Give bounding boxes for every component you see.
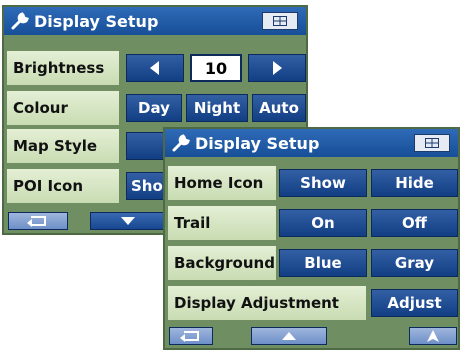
brightness-label: Brightness — [7, 51, 119, 85]
display-adjust-button[interactable]: Adjust — [371, 289, 458, 317]
home-icon-hide-button[interactable]: Hide — [371, 169, 458, 197]
scroll-down-button[interactable] — [90, 212, 166, 230]
wrench-icon — [171, 133, 191, 153]
display-adjustment-label: Display Adjustment — [168, 286, 366, 320]
brightness-decrease-button[interactable] — [126, 54, 184, 82]
brightness-increase-button[interactable] — [248, 54, 306, 82]
wrench-icon — [10, 11, 30, 31]
home-icon-show-button[interactable]: Show — [279, 169, 367, 197]
poi-icon-label: POI Icon — [7, 169, 119, 203]
display-setup-panel-front: Display Setup Home Icon Show Hide Trail … — [163, 127, 460, 350]
title-bar: Display Setup — [165, 129, 458, 159]
keyboard-button[interactable] — [262, 12, 298, 30]
background-gray-button[interactable]: Gray — [371, 249, 458, 277]
home-icon-label: Home Icon — [168, 166, 276, 200]
page-title: Display Setup — [195, 133, 320, 153]
chevron-down-icon — [121, 217, 135, 225]
display-adjustment-row: Display Adjustment Adjust — [165, 286, 458, 320]
colour-label: Colour — [7, 91, 119, 125]
navigation-arrow-icon — [427, 330, 439, 342]
back-button[interactable] — [169, 327, 213, 345]
trail-label: Trail — [168, 206, 276, 240]
back-arrow-icon — [180, 330, 202, 342]
navigation-button[interactable] — [409, 327, 457, 345]
poi-icon-show-button[interactable]: Sho — [126, 172, 166, 200]
colour-row: Colour Day Night Auto — [4, 91, 306, 125]
arrow-right-icon — [272, 61, 282, 75]
back-button[interactable] — [8, 212, 68, 230]
trail-off-button[interactable]: Off — [371, 209, 458, 237]
keyboard-button[interactable] — [414, 134, 450, 152]
trail-on-button[interactable]: On — [279, 209, 367, 237]
keyboard-icon — [273, 16, 287, 26]
background-label: Background — [168, 246, 276, 280]
title-bar: Display Setup — [4, 7, 306, 37]
scroll-up-button[interactable] — [251, 327, 327, 345]
colour-night-button[interactable]: Night — [186, 94, 248, 122]
background-blue-button[interactable]: Blue — [279, 249, 367, 277]
home-icon-row: Home Icon Show Hide — [165, 166, 458, 200]
footer-bar — [165, 324, 458, 348]
brightness-value: 10 — [190, 54, 242, 82]
brightness-row: Brightness 10 — [4, 51, 306, 85]
page-title: Display Setup — [34, 11, 159, 31]
map-style-option-button[interactable] — [126, 132, 166, 160]
colour-day-button[interactable]: Day — [126, 94, 182, 122]
background-row: Background Blue Gray — [165, 246, 458, 280]
colour-auto-button[interactable]: Auto — [252, 94, 306, 122]
keyboard-icon — [425, 138, 439, 148]
map-style-label: Map Style — [7, 129, 119, 163]
chevron-up-icon — [282, 332, 296, 340]
arrow-left-icon — [150, 61, 160, 75]
back-arrow-icon — [27, 215, 49, 227]
trail-row: Trail On Off — [165, 206, 458, 240]
